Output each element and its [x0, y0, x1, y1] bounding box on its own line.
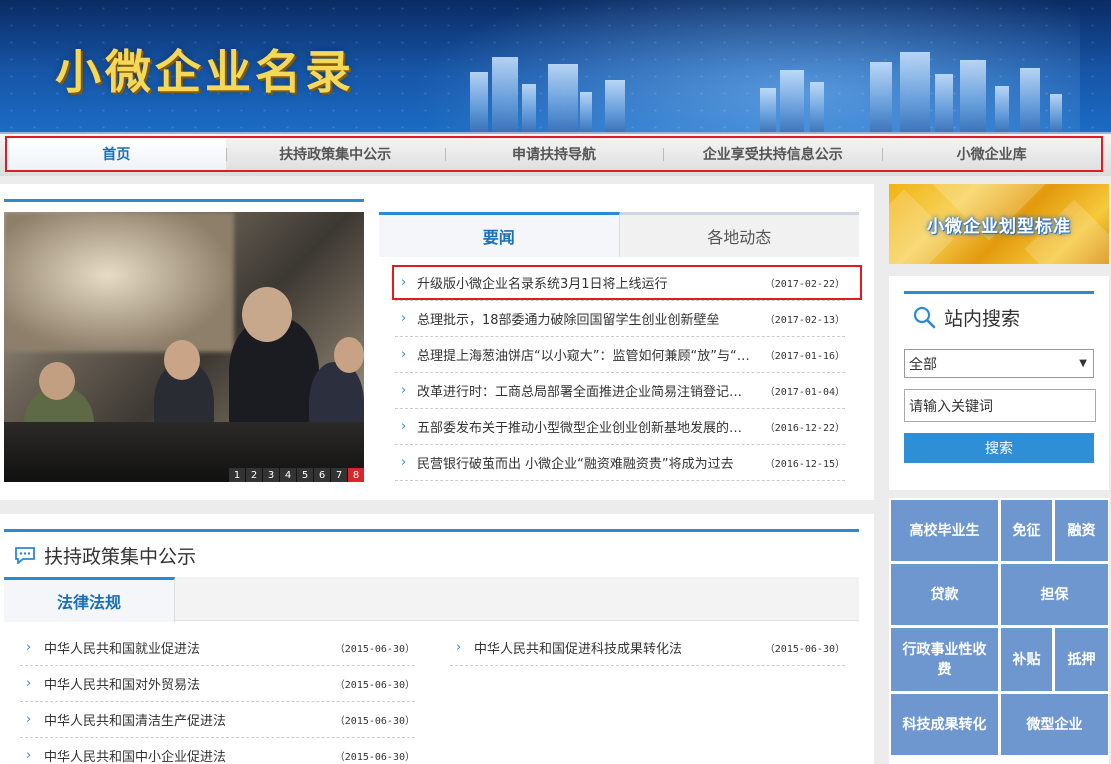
- law-item-date: （2015-06-30）: [334, 680, 415, 691]
- sme-classification-banner[interactable]: 小微企业划型标准: [889, 184, 1109, 264]
- law-item-date: （2015-06-30）: [764, 644, 845, 655]
- search-input[interactable]: [904, 389, 1096, 422]
- law-list-left: › 中华人民共和国就业促进法 （2015-06-30） › 中华人民共和国对外贸易法 （2…: [20, 630, 415, 764]
- law-item[interactable]: › 中华人民共和国促进科技成果转化法 （2015-06-30）: [450, 630, 845, 666]
- chevron-right-icon: ›: [26, 676, 32, 691]
- nav-highlight-frame: [5, 136, 1103, 172]
- slider-page-4[interactable]: 4: [280, 468, 296, 482]
- search-icon: [913, 306, 936, 329]
- search-accent-line: [904, 291, 1094, 294]
- news-item-date: （2017-01-16）: [764, 351, 845, 362]
- news-item-date: （2016-12-22）: [764, 423, 845, 434]
- policy-accent-line: [4, 529, 859, 532]
- chevron-right-icon: ›: [26, 712, 32, 727]
- news-item-date: （2017-02-13）: [764, 315, 845, 326]
- tile-micro-enterprise[interactable]: 微型企业: [1001, 694, 1108, 755]
- slider-page-6[interactable]: 6: [314, 468, 330, 482]
- tile-tech-transfer[interactable]: 科技成果转化: [891, 694, 998, 755]
- tab-local-news[interactable]: 各地动态: [619, 212, 859, 257]
- news-item-title[interactable]: 五部委发布关于推动小型微型企业创业创新基地发展的指导意见: [417, 417, 757, 436]
- tile-graduates[interactable]: 高校毕业生: [891, 500, 998, 561]
- tab-headlines[interactable]: 要闻: [379, 212, 620, 257]
- law-item-title[interactable]: 中华人民共和国中小企业促进法: [44, 746, 325, 764]
- law-item[interactable]: › 中华人民共和国对外贸易法 （2015-06-30）: [20, 666, 415, 702]
- law-item[interactable]: › 中华人民共和国就业促进法 （2015-06-30）: [20, 630, 415, 666]
- news-item-title[interactable]: 总理批示，18部委通力破除回国留学生创业创新壁垒: [417, 309, 757, 328]
- slider-pagination: 1 2 3 4 5 6 7 8: [228, 468, 364, 482]
- site-banner: 小微企业名录: [0, 0, 1111, 132]
- search-button[interactable]: 搜索: [904, 433, 1094, 463]
- chevron-right-icon: ›: [401, 311, 407, 326]
- city-skyline-image: [430, 42, 1111, 132]
- slider-page-7[interactable]: 7: [331, 468, 347, 482]
- news-item-title[interactable]: 民营银行破茧而出 小微企业“融资难融资贵”将成为过去: [417, 453, 757, 472]
- news-list: › 升级版小微企业名录系统3月1日将上线运行 （2017-02-22） › 总理批示，1…: [395, 265, 845, 481]
- slider-page-2[interactable]: 2: [246, 468, 262, 482]
- chevron-right-icon: ›: [401, 347, 407, 362]
- site-title: 小微企业名录: [55, 45, 355, 99]
- chevron-right-icon: ›: [401, 419, 407, 434]
- tile-subsidy[interactable]: 补贴: [1001, 628, 1052, 691]
- news-item-title[interactable]: 升级版小微企业名录系统3月1日将上线运行: [417, 273, 757, 292]
- law-item-title[interactable]: 中华人民共和国对外贸易法: [44, 674, 325, 693]
- slider-page-1[interactable]: 1: [229, 468, 245, 482]
- news-item[interactable]: › 总理提上海葱油饼店“以小窥大”：监管如何兼顾“放”与“管” （2017-01-1…: [395, 337, 845, 373]
- law-item-title[interactable]: 中华人民共和国就业促进法: [44, 638, 325, 657]
- search-scope-select[interactable]: 全部 ▼: [904, 349, 1094, 378]
- news-item[interactable]: › 升级版小微企业名录系统3月1日将上线运行 （2017-02-22）: [395, 265, 845, 301]
- chevron-right-icon: ›: [401, 455, 407, 470]
- law-item-title[interactable]: 中华人民共和国促进科技成果转化法: [474, 638, 755, 657]
- tile-guarantee[interactable]: 担保: [1001, 564, 1108, 625]
- chevron-right-icon: ›: [401, 383, 407, 398]
- news-item[interactable]: › 改革进行时：工商总局部署全面推进企业简易注销登记改革 （2017-01-04）: [395, 373, 845, 409]
- news-item-date: （2017-01-04）: [764, 387, 845, 398]
- tab-laws[interactable]: 法律法规: [4, 577, 175, 622]
- law-item-date: （2015-06-30）: [334, 644, 415, 655]
- photo-slider[interactable]: 1 2 3 4 5 6 7 8: [4, 212, 364, 482]
- search-heading-text: 站内搜索: [944, 307, 1021, 330]
- search-heading: 站内搜索: [912, 302, 1020, 332]
- news-tabs: 要闻 各地动态: [379, 212, 859, 257]
- news-item-title[interactable]: 改革进行时：工商总局部署全面推进企业简易注销登记改革: [417, 381, 757, 400]
- slider-accent-line: [4, 199, 364, 202]
- tile-mortgage[interactable]: 抵押: [1055, 628, 1108, 691]
- chat-bubble-icon: [15, 547, 35, 564]
- news-item[interactable]: › 民营银行破茧而出 小微企业“融资难融资贵”将成为过去 （2016-12-15）: [395, 445, 845, 481]
- dropdown-arrow-icon: ▼: [1079, 358, 1087, 369]
- chevron-right-icon: ›: [401, 275, 407, 290]
- chevron-right-icon: ›: [26, 640, 32, 655]
- tile-financing[interactable]: 融资: [1055, 500, 1108, 561]
- law-item-date: （2015-06-30）: [334, 716, 415, 727]
- news-item-date: （2017-02-22）: [764, 279, 845, 290]
- law-item-date: （2015-06-30）: [334, 752, 415, 763]
- news-item[interactable]: › 总理批示，18部委通力破除回国留学生创业创新壁垒 （2017-02-13）: [395, 301, 845, 337]
- law-item[interactable]: › 中华人民共和国中小企业促进法 （2015-06-30）: [20, 738, 415, 764]
- tile-exemption[interactable]: 免征: [1001, 500, 1052, 561]
- chevron-right-icon: ›: [26, 748, 32, 763]
- slider-page-8[interactable]: 8: [348, 468, 364, 482]
- news-item-date: （2016-12-15）: [764, 459, 845, 470]
- promo-label: 小微企业划型标准: [927, 216, 1071, 237]
- law-item[interactable]: › 中华人民共和国清洁生产促进法 （2015-06-30）: [20, 702, 415, 738]
- law-item-title[interactable]: 中华人民共和国清洁生产促进法: [44, 710, 325, 729]
- news-item[interactable]: › 五部委发布关于推动小型微型企业创业创新基地发展的指导意见 （2016-12-22…: [395, 409, 845, 445]
- policy-heading-text: 扶持政策集中公示: [44, 545, 197, 568]
- chevron-right-icon: ›: [456, 640, 462, 655]
- tile-admin-fees[interactable]: 行政事业性收费: [891, 628, 998, 691]
- news-item-title[interactable]: 总理提上海葱油饼店“以小窥大”：监管如何兼顾“放”与“管”: [417, 345, 757, 364]
- tile-loans[interactable]: 贷款: [891, 564, 998, 625]
- search-scope-value: 全部: [909, 356, 937, 373]
- slider-page-3[interactable]: 3: [263, 468, 279, 482]
- policy-heading: 扶持政策集中公示: [14, 540, 196, 570]
- law-list-right: › 中华人民共和国促进科技成果转化法 （2015-06-30）: [450, 630, 845, 666]
- slider-page-5[interactable]: 5: [297, 468, 313, 482]
